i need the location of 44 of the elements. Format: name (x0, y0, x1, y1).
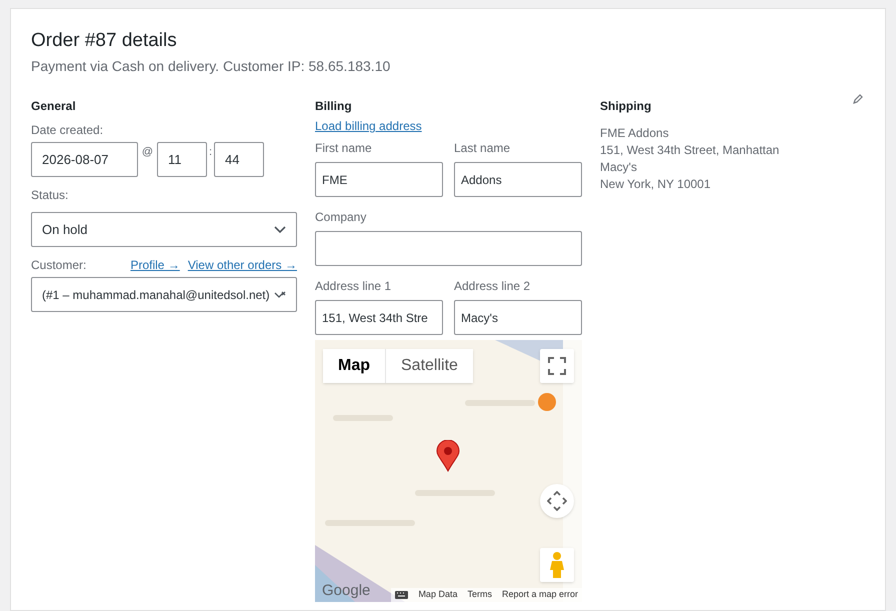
customer-select[interactable]: (#1 – muhammad.manahal@unitedsol.net) (31, 277, 297, 312)
map-pin-icon (436, 440, 460, 472)
date-field[interactable]: 2026-08-07 (31, 142, 138, 177)
time-separator: : (208, 145, 214, 160)
field-label: Date created: (31, 122, 104, 139)
edit-pencil-icon[interactable] (853, 94, 863, 104)
input-field[interactable] (315, 231, 582, 266)
input-field[interactable]: FME (315, 162, 443, 197)
google-logo: Google (322, 581, 370, 601)
minute-field[interactable]: 44 (214, 142, 264, 177)
address-line: FME Addons (600, 125, 669, 142)
field-label: Customer: (31, 257, 86, 274)
order-subtitle: Payment via Cash on delivery. Customer IP: 58.65.183.10 (31, 57, 392, 76)
field-label: Address line 1 (315, 278, 392, 295)
field-label: First name (315, 140, 372, 157)
section-heading: General (31, 98, 77, 115)
field-label: Status: (31, 187, 68, 204)
address-line: 151, West 34th Street, Manhattan (600, 142, 780, 159)
field-label: Last name (454, 140, 510, 157)
input-field[interactable]: 151, West 34th Stre (315, 300, 443, 335)
clear-chevron-icon (274, 290, 286, 298)
input-field[interactable]: Macy's (454, 300, 582, 335)
customer-link[interactable]: View other orders → (188, 256, 297, 274)
section-heading: Shipping (600, 98, 652, 115)
field-label: Company (315, 209, 366, 226)
chevron-down-icon (274, 226, 286, 234)
map-footer-link[interactable]: Report a map error (502, 588, 578, 602)
map-footer-link[interactable]: Terms (467, 588, 492, 602)
address-line: Macy's (600, 159, 637, 176)
status-select[interactable]: On hold (31, 212, 297, 247)
address-line: New York, NY 10001 (600, 176, 711, 193)
map-type-tab[interactable]: Map (323, 349, 385, 383)
map-footer-link[interactable]: Map Data (418, 588, 458, 602)
customer-link[interactable]: Profile → (130, 256, 180, 274)
input-field[interactable]: Addons (454, 162, 582, 197)
fullscreen-icon[interactable] (540, 349, 574, 383)
field-label: Address line 2 (454, 278, 530, 295)
hour-field[interactable]: 11 (157, 142, 207, 177)
order-title: Order #87 details (31, 29, 178, 53)
load-address-link[interactable]: Load billing address (315, 117, 422, 133)
keyboard-icon[interactable] (395, 591, 408, 599)
section-heading: Billing (315, 98, 353, 115)
map-type-tab[interactable]: Satellite (385, 349, 473, 383)
at-sign: @ (140, 145, 154, 160)
